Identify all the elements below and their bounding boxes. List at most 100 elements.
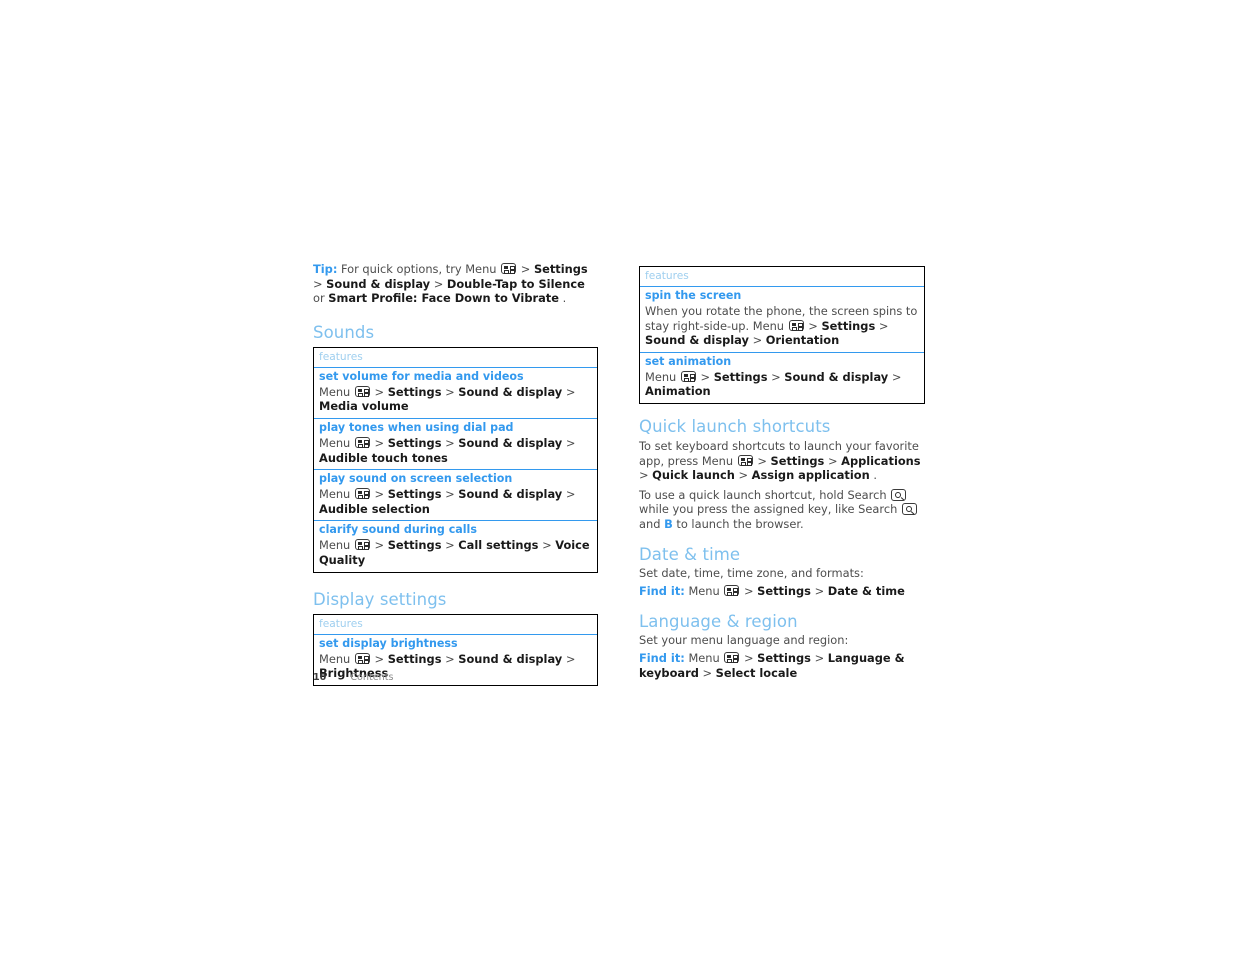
path-segment: Double-Tap to Silence — [446, 276, 585, 291]
path-separator: > — [565, 487, 576, 502]
path-separator: > — [639, 468, 649, 483]
path-separator: > — [374, 651, 385, 666]
path-segment: Call settings — [458, 538, 539, 553]
feature-path-prefix: Menu — [645, 369, 677, 384]
path-separator: > — [743, 651, 754, 666]
feature-path-prefix: Menu — [319, 487, 351, 502]
menu-icon — [680, 370, 696, 382]
path-separator: > — [827, 453, 838, 468]
feature-path-prefix: Menu — [319, 435, 351, 450]
path-segment: Settings — [757, 584, 811, 599]
path-separator: > — [757, 453, 767, 468]
search-icon — [891, 488, 907, 501]
table-header-features: features — [314, 615, 597, 635]
find-it-label: Find it: — [639, 651, 685, 666]
path-separator: > — [743, 584, 754, 599]
path-segment: Media volume — [319, 399, 409, 414]
tip-paragraph: Tip: For quick options, try Menu > Setti… — [313, 262, 598, 306]
path-separator: > — [445, 435, 455, 450]
feature-path-prefix: Menu — [319, 538, 351, 553]
heading-language-region: Language & region — [639, 611, 798, 631]
path-segment: Applications — [841, 453, 921, 468]
quick-launch-paragraph-1: To set keyboard shortcuts to launch your… — [639, 439, 925, 483]
path-segment: Settings — [533, 262, 588, 276]
menu-icon — [501, 263, 517, 274]
path-segment: Sound & display — [458, 384, 563, 399]
path-separator: > — [445, 487, 455, 502]
path-separator: > — [771, 369, 781, 384]
quick-launch-text-2b: while you press the assigned key, like S… — [639, 502, 898, 517]
display-continued-rows: spin the screen When you rotate the phone… — [640, 287, 924, 403]
table-row: spin the screen When you rotate the phone… — [640, 287, 924, 353]
path-separator: . — [562, 291, 567, 306]
path-separator: > — [878, 318, 889, 333]
quick-launch-paragraph-2: To use a quick launch shortcut, hold Sea… — [639, 488, 925, 532]
table-header-features: features — [640, 267, 924, 287]
sounds-feature-table: features set volume for media and videos… — [313, 346, 598, 573]
quick-launch-text-2d: to launch the browser. — [676, 516, 804, 531]
path-separator: > — [374, 384, 385, 399]
path-separator: > — [445, 538, 455, 553]
menu-icon — [788, 319, 804, 331]
feature-path: When you rotate the phone, the screen sp… — [645, 304, 919, 348]
feature-path-prefix: When you rotate the phone, the screen sp… — [645, 304, 918, 333]
path-separator: > — [814, 651, 825, 666]
path-segment: Sound & display — [326, 276, 431, 291]
path-segment: Settings — [387, 538, 442, 553]
language-region-find-it: Find it: Menu > Settings > Language & ke… — [639, 651, 925, 680]
feature-path: Menu > Settings > Call settings > Voice … — [319, 538, 592, 567]
feature-title: play sound on screen selection — [319, 472, 513, 486]
path-segment: Settings — [757, 651, 811, 666]
path-separator: > — [433, 276, 444, 291]
path-separator: > — [520, 262, 531, 276]
path-segment: Settings — [713, 369, 768, 384]
find-it-path: > Settings > Date & time — [744, 584, 905, 598]
path-segment: Settings — [770, 453, 825, 468]
path-separator: > — [565, 435, 576, 450]
path-separator: > — [565, 651, 576, 666]
quick-launch-key-b: B — [664, 516, 673, 531]
feature-title: play tones when using dial pad — [319, 420, 514, 434]
heading-quick-launch-shortcuts: Quick launch shortcuts — [639, 416, 831, 436]
menu-icon — [724, 652, 740, 664]
feature-path: Menu > Settings > Sound & display > Anim… — [645, 370, 919, 399]
path-separator: or — [313, 291, 325, 306]
feature-title: spin the screen — [645, 289, 742, 302]
feature-title: set volume for media and videos — [319, 369, 524, 383]
menu-icon — [354, 385, 370, 397]
find-it-prefix: Menu — [688, 584, 720, 599]
path-segment: Select locale — [715, 665, 798, 680]
tip-label: Tip: — [313, 262, 338, 276]
path-segment: Settings — [387, 487, 442, 502]
find-it-prefix: Menu — [688, 651, 720, 666]
path-separator: > — [374, 487, 385, 502]
path-segment: Audible selection — [319, 501, 430, 516]
feature-path: Menu > Settings > Sound & display > Medi… — [319, 385, 592, 414]
heading-sounds: Sounds — [313, 322, 375, 342]
path-segment: Sound & display — [458, 487, 563, 502]
date-time-intro: Set date, time, time zone, and formats: — [639, 565, 864, 580]
path-separator: > — [814, 584, 825, 599]
manual-page: Tip: For quick options, try Menu > Setti… — [0, 0, 1235, 954]
path-separator: . — [873, 468, 877, 483]
path-segment: Animation — [645, 384, 711, 399]
path-segment: Quick launch — [652, 468, 735, 483]
quick-launch-text-2a: To use a quick launch shortcut, hold Sea… — [639, 487, 887, 502]
feature-path-prefix: Menu — [319, 384, 351, 399]
feature-title: clarify sound during calls — [319, 523, 477, 537]
path-separator: > — [313, 276, 323, 291]
path-segment: Assign application — [751, 468, 870, 483]
path-segment: Sound & display — [458, 651, 563, 666]
display-continued-feature-table: features spin the screen When you rotate … — [639, 266, 925, 404]
page-number: 10 — [313, 672, 327, 683]
quick-launch-text-2c: and — [639, 516, 661, 531]
path-separator: > — [374, 538, 385, 553]
tip-text: For quick options, try Menu — [341, 262, 497, 276]
feature-path-prefix: Menu — [319, 651, 351, 666]
path-separator: > — [752, 333, 763, 348]
path-segment: Date & time — [827, 584, 905, 599]
path-segment: Settings — [387, 651, 442, 666]
heading-date-time: Date & time — [639, 544, 741, 564]
search-icon — [901, 503, 917, 516]
page-footer: 10 Contents — [313, 672, 394, 683]
